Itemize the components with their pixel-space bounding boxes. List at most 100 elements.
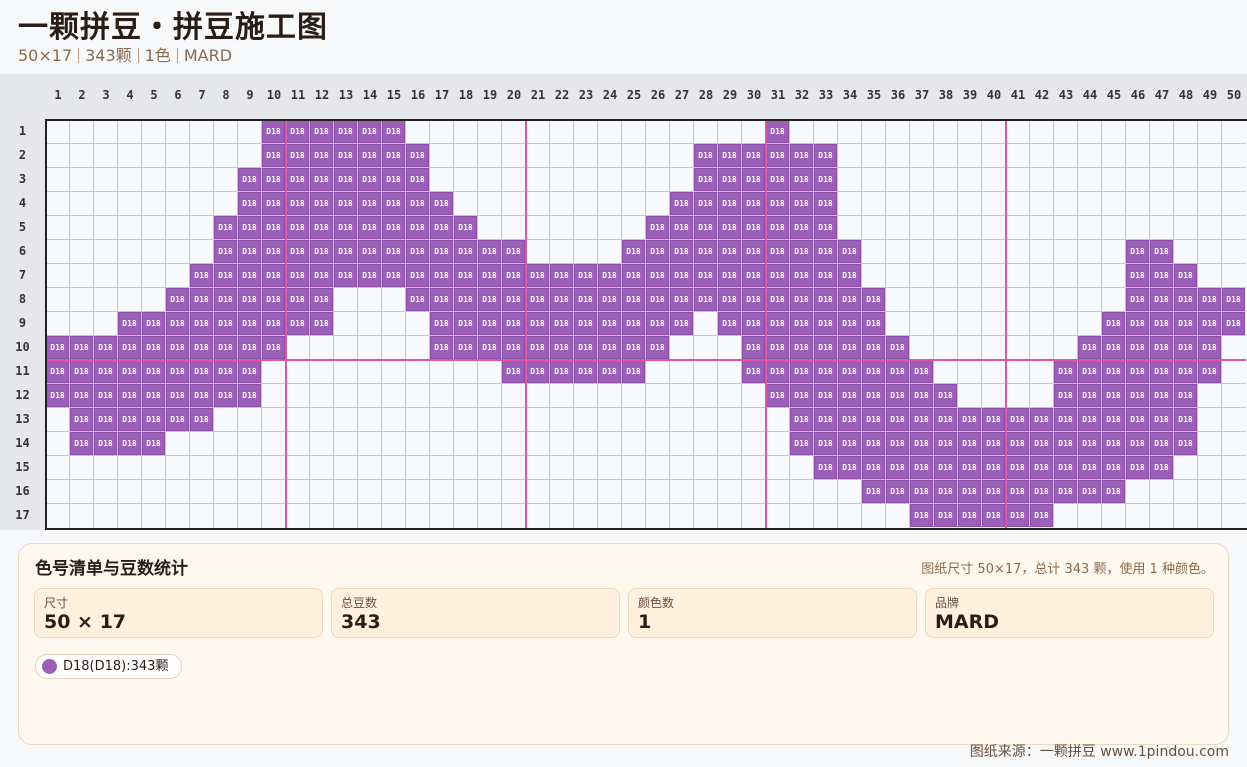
bead-cell[interactable]: D18: [406, 144, 429, 167]
bead-cell[interactable]: D18: [862, 408, 885, 431]
bead-cell[interactable]: D18: [1126, 432, 1149, 455]
bead-cell[interactable]: D18: [262, 216, 285, 239]
bead-cell[interactable]: D18: [478, 240, 501, 263]
bead-cell[interactable]: D18: [1054, 384, 1077, 407]
bead-cell[interactable]: D18: [694, 240, 717, 263]
bead-cell[interactable]: D18: [310, 288, 333, 311]
bead-cell[interactable]: D18: [1174, 336, 1197, 359]
bead-cell[interactable]: D18: [718, 288, 741, 311]
bead-cell[interactable]: D18: [862, 384, 885, 407]
bead-cell[interactable]: D18: [1150, 336, 1173, 359]
bead-cell[interactable]: D18: [502, 264, 525, 287]
bead-cell[interactable]: D18: [1006, 432, 1029, 455]
bead-cell[interactable]: D18: [238, 360, 261, 383]
bead-cell[interactable]: D18: [1102, 312, 1125, 335]
bead-cell[interactable]: D18: [262, 168, 285, 191]
bead-cell[interactable]: D18: [910, 408, 933, 431]
bead-cell[interactable]: D18: [238, 312, 261, 335]
bead-cell[interactable]: D18: [1198, 288, 1221, 311]
bead-cell[interactable]: D18: [262, 144, 285, 167]
bead-cell[interactable]: D18: [814, 312, 837, 335]
bead-cell[interactable]: D18: [406, 192, 429, 215]
bead-cell[interactable]: D18: [814, 144, 837, 167]
bead-cell[interactable]: D18: [814, 432, 837, 455]
bead-cell[interactable]: D18: [982, 432, 1005, 455]
bead-cell[interactable]: D18: [262, 240, 285, 263]
bead-cell[interactable]: D18: [934, 408, 957, 431]
bead-cell[interactable]: D18: [742, 216, 765, 239]
bead-cell[interactable]: D18: [838, 312, 861, 335]
bead-cell[interactable]: D18: [406, 168, 429, 191]
bead-cell[interactable]: D18: [358, 192, 381, 215]
bead-cell[interactable]: D18: [742, 360, 765, 383]
bead-cell[interactable]: D18: [70, 360, 93, 383]
bead-cell[interactable]: D18: [1150, 360, 1173, 383]
bead-cell[interactable]: D18: [694, 216, 717, 239]
bead-cell[interactable]: D18: [262, 336, 285, 359]
bead-cell[interactable]: D18: [166, 408, 189, 431]
bead-cell[interactable]: D18: [334, 192, 357, 215]
bead-cell[interactable]: D18: [838, 264, 861, 287]
bead-cell[interactable]: D18: [1006, 408, 1029, 431]
bead-cell[interactable]: D18: [814, 288, 837, 311]
bead-grid[interactable]: D18 D18 D18 D18 D18 D18 D18 D18 D18 D18 D18 D18 D18 D…: [46, 120, 1247, 528]
bead-cell[interactable]: D18: [502, 360, 525, 383]
bead-cell[interactable]: D18: [1126, 240, 1149, 263]
bead-cell[interactable]: D18: [718, 216, 741, 239]
bead-cell[interactable]: D18: [1198, 312, 1221, 335]
bead-cell[interactable]: D18: [886, 384, 909, 407]
bead-cell[interactable]: D18: [214, 312, 237, 335]
bead-cell[interactable]: D18: [934, 504, 957, 527]
bead-cell[interactable]: D18: [646, 264, 669, 287]
bead-cell[interactable]: D18: [142, 384, 165, 407]
bead-cell[interactable]: D18: [1078, 336, 1101, 359]
bead-cell[interactable]: D18: [814, 264, 837, 287]
bead-cell[interactable]: D18: [478, 264, 501, 287]
bead-cell[interactable]: D18: [1174, 408, 1197, 431]
bead-cell[interactable]: D18: [478, 288, 501, 311]
bead-cell[interactable]: D18: [814, 336, 837, 359]
bead-cell[interactable]: D18: [550, 312, 573, 335]
bead-cell[interactable]: D18: [1126, 384, 1149, 407]
bead-cell[interactable]: D18: [862, 312, 885, 335]
bead-cell[interactable]: D18: [502, 336, 525, 359]
bead-cell[interactable]: D18: [790, 264, 813, 287]
bead-cell[interactable]: D18: [70, 336, 93, 359]
bead-cell[interactable]: D18: [1078, 384, 1101, 407]
bead-cell[interactable]: D18: [790, 312, 813, 335]
bead-cell[interactable]: D18: [46, 336, 69, 359]
bead-cell[interactable]: D18: [814, 216, 837, 239]
bead-cell[interactable]: D18: [286, 288, 309, 311]
bead-cell[interactable]: D18: [430, 192, 453, 215]
bead-cell[interactable]: D18: [214, 264, 237, 287]
bead-cell[interactable]: D18: [862, 288, 885, 311]
bead-cell[interactable]: D18: [862, 336, 885, 359]
bead-cell[interactable]: D18: [814, 168, 837, 191]
bead-cell[interactable]: D18: [1006, 504, 1029, 527]
bead-cell[interactable]: D18: [622, 312, 645, 335]
bead-cell[interactable]: D18: [238, 168, 261, 191]
bead-cell[interactable]: D18: [742, 312, 765, 335]
bead-cell[interactable]: D18: [1222, 288, 1245, 311]
bead-cell[interactable]: D18: [238, 192, 261, 215]
bead-cell[interactable]: D18: [454, 240, 477, 263]
bead-cell[interactable]: D18: [862, 480, 885, 503]
bead-cell[interactable]: D18: [262, 312, 285, 335]
bead-cell[interactable]: D18: [958, 504, 981, 527]
bead-cell[interactable]: D18: [1126, 288, 1149, 311]
bead-cell[interactable]: D18: [526, 360, 549, 383]
bead-cell[interactable]: D18: [670, 192, 693, 215]
bead-cell[interactable]: D18: [646, 288, 669, 311]
bead-cell[interactable]: D18: [430, 264, 453, 287]
bead-cell[interactable]: D18: [694, 264, 717, 287]
bead-cell[interactable]: D18: [598, 336, 621, 359]
bead-cell[interactable]: D18: [742, 240, 765, 263]
bead-cell[interactable]: D18: [1150, 384, 1173, 407]
bead-cell[interactable]: D18: [94, 360, 117, 383]
bead-cell[interactable]: D18: [238, 264, 261, 287]
bead-cell[interactable]: D18: [358, 120, 381, 143]
bead-cell[interactable]: D18: [286, 216, 309, 239]
bead-cell[interactable]: D18: [598, 288, 621, 311]
bead-cell[interactable]: D18: [142, 312, 165, 335]
bead-cell[interactable]: D18: [358, 216, 381, 239]
